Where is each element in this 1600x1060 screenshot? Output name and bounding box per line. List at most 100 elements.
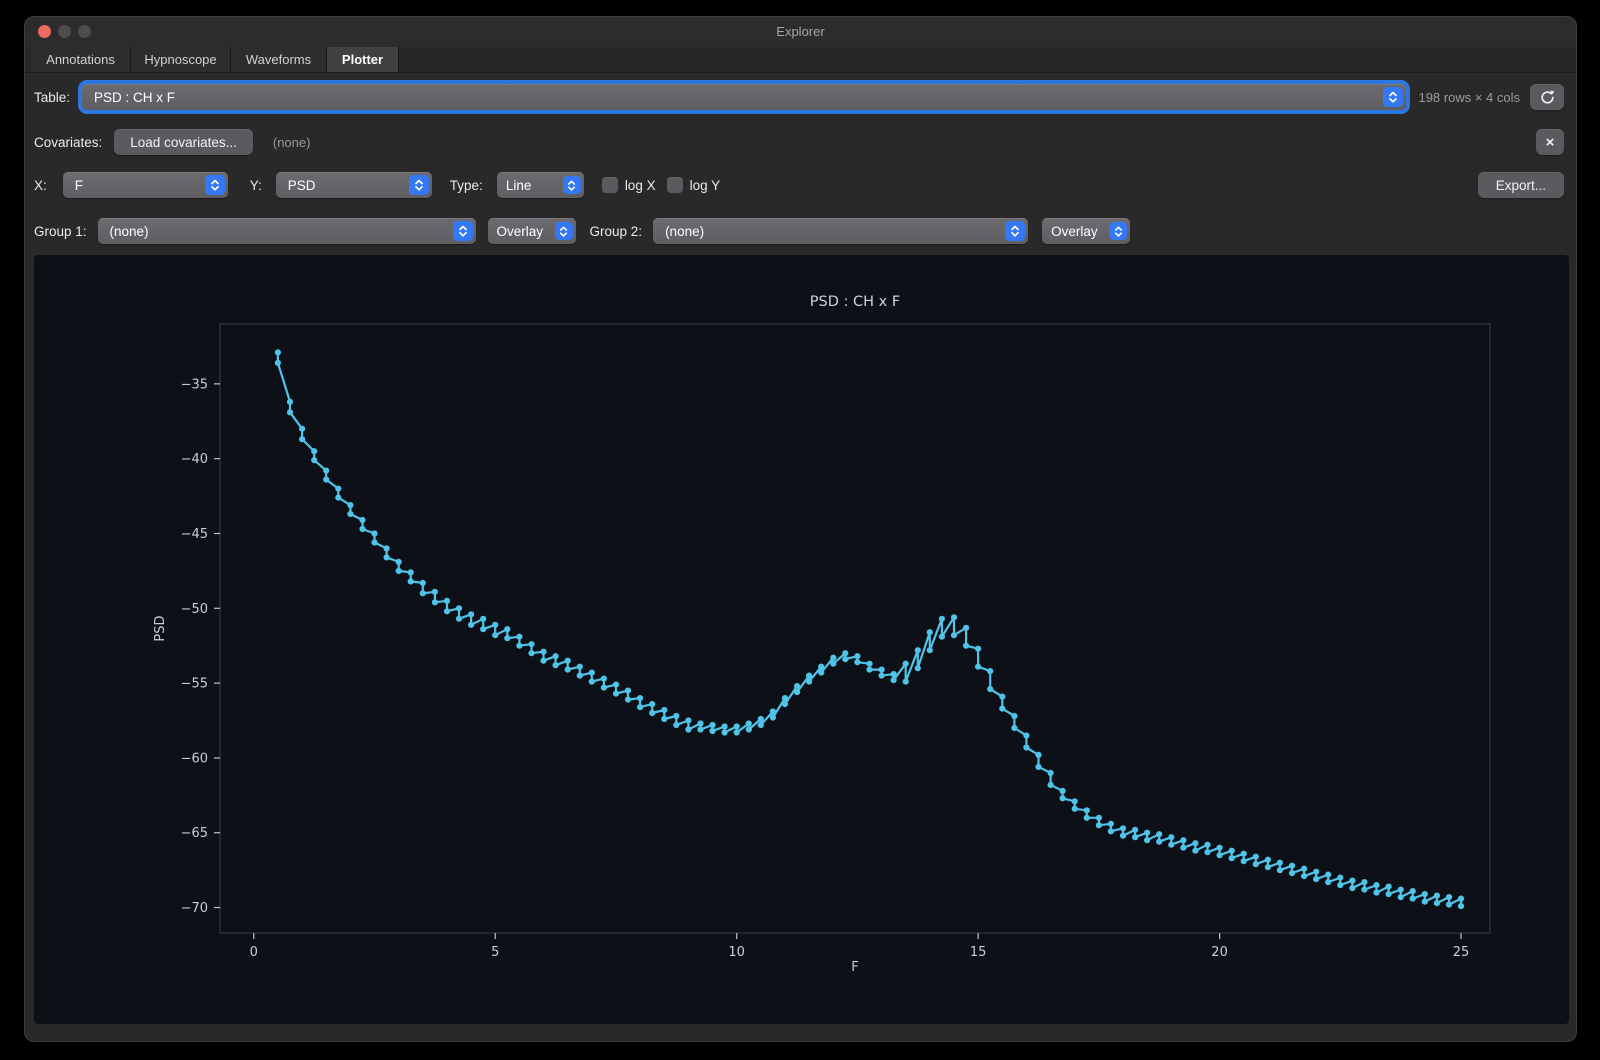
data-point-marker [1084, 807, 1090, 813]
clear-covariates-button[interactable]: × [1536, 129, 1564, 155]
log-x-checkbox[interactable] [602, 177, 618, 193]
y-tick-label: −35 [181, 377, 208, 392]
data-point-marker [1144, 830, 1150, 836]
data-point-marker [806, 679, 812, 685]
data-point-marker [1277, 860, 1283, 866]
y-tick-label: −70 [181, 901, 208, 916]
tab-plotter[interactable]: Plotter [327, 47, 399, 72]
data-point-marker [1349, 878, 1355, 884]
data-point-marker [323, 477, 329, 483]
data-point-marker [625, 688, 631, 694]
stepper-icon [453, 221, 473, 241]
plot-type-value: Line [506, 178, 532, 193]
log-x-label: log X [625, 178, 656, 193]
data-point-marker [1337, 882, 1343, 888]
data-point-marker [975, 646, 981, 652]
data-point-marker [504, 635, 510, 641]
data-point-marker [1277, 867, 1283, 873]
stepper-icon [555, 222, 573, 240]
data-point-marker [1108, 821, 1114, 827]
data-point-marker [601, 676, 607, 682]
data-point-marker [709, 728, 715, 734]
data-point-marker [359, 517, 365, 523]
data-point-marker [371, 539, 377, 545]
load-covariates-button[interactable]: Load covariates... [114, 129, 253, 155]
export-button[interactable]: Export... [1478, 172, 1564, 198]
data-point-marker [613, 691, 619, 697]
data-point-marker [311, 457, 317, 463]
data-point-marker [1192, 848, 1198, 854]
tab-bar: Annotations Hypnoscope Waveforms Plotter [25, 47, 1576, 73]
data-point-marker [1048, 770, 1054, 776]
data-point-marker [963, 643, 969, 649]
group1-select[interactable]: (none) [98, 218, 476, 244]
data-point-marker [1072, 798, 1078, 804]
covariates-row: Covariates: Load covariates... (none) × [25, 121, 1576, 163]
data-point-marker [1241, 851, 1247, 857]
data-point-marker [1156, 831, 1162, 837]
data-point-marker [637, 704, 643, 710]
data-point-marker [396, 559, 402, 565]
refresh-icon [1539, 89, 1556, 106]
data-point-marker [758, 716, 764, 722]
data-point-marker [854, 653, 860, 659]
group2-select[interactable]: (none) [653, 218, 1028, 244]
log-y-label: log Y [690, 178, 721, 193]
data-point-marker [794, 683, 800, 689]
data-point-marker [347, 511, 353, 517]
data-point-marker [673, 722, 679, 728]
data-point-marker [1289, 863, 1295, 869]
data-point-marker [987, 686, 993, 692]
data-point-marker [1265, 864, 1271, 870]
data-point-marker [1361, 887, 1367, 893]
x-tick-label: 15 [970, 945, 987, 960]
y-tick-label: −65 [181, 826, 208, 841]
data-point-marker [697, 720, 703, 726]
group1-value: (none) [110, 224, 149, 239]
data-point-marker [299, 426, 305, 432]
data-point-marker [903, 661, 909, 667]
data-point-marker [1386, 891, 1392, 897]
data-point-marker [384, 545, 390, 551]
tab-waveforms[interactable]: Waveforms [231, 47, 327, 72]
data-point-marker [275, 360, 281, 366]
data-point-marker [951, 632, 957, 638]
refresh-button[interactable] [1530, 84, 1564, 110]
data-point-marker [287, 399, 293, 405]
data-point-marker [492, 622, 498, 628]
covariates-label: Covariates: [34, 135, 102, 150]
stepper-icon [1383, 87, 1403, 107]
data-point-marker [649, 701, 655, 707]
data-point-marker [782, 701, 788, 707]
data-point-marker [999, 694, 1005, 700]
data-point-marker [866, 661, 872, 667]
data-point-marker [311, 448, 317, 454]
group1-mode-select[interactable]: Overlay [488, 218, 576, 244]
data-point-marker [1325, 872, 1331, 878]
y-axis-select[interactable]: PSD [276, 172, 432, 198]
data-point-marker [927, 647, 933, 653]
tab-annotations[interactable]: Annotations [31, 47, 131, 72]
group2-mode-select[interactable]: Overlay [1042, 218, 1130, 244]
data-point-marker [999, 706, 1005, 712]
data-point-marker [1023, 732, 1029, 738]
y-tick-label: −40 [181, 452, 208, 467]
data-point-marker [891, 677, 897, 683]
x-axis-label: X: [34, 178, 47, 193]
data-point-marker [1180, 837, 1186, 843]
data-point-marker [1084, 815, 1090, 821]
tab-hypnoscope[interactable]: Hypnoscope [131, 47, 231, 72]
data-point-marker [528, 650, 534, 656]
log-y-checkbox[interactable] [667, 177, 683, 193]
data-point-marker [939, 634, 945, 640]
table-select-value: PSD : CH x F [94, 90, 175, 105]
data-point-marker [637, 695, 643, 701]
psd-line [278, 352, 1461, 906]
group-row: Group 1: (none) Overlay Group 2: (none) … [25, 207, 1576, 255]
data-point-marker [1060, 788, 1066, 794]
data-point-marker [589, 679, 595, 685]
data-point-marker [1325, 879, 1331, 885]
table-select[interactable]: PSD : CH x F [82, 84, 1406, 110]
x-axis-select[interactable]: F [63, 172, 228, 198]
plot-type-select[interactable]: Line [497, 172, 584, 198]
